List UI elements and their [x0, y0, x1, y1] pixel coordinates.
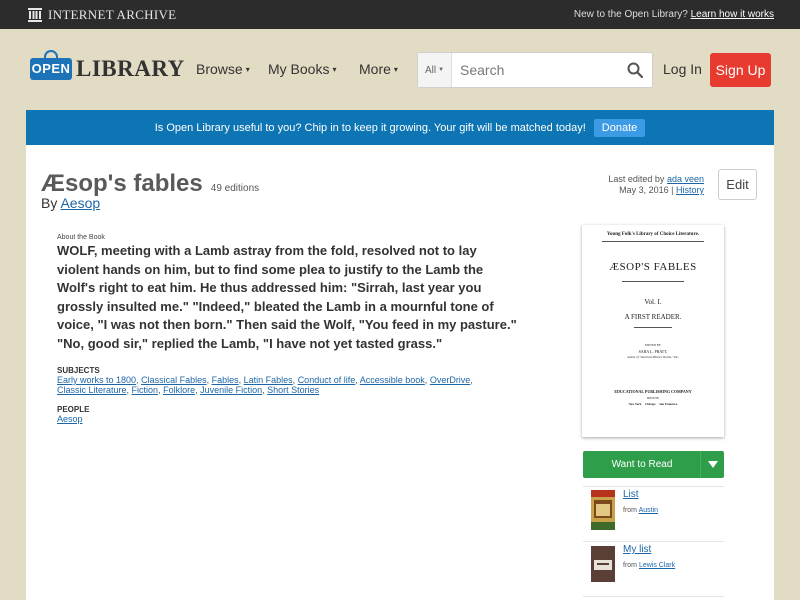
logo-library-word: LIBRARY [76, 56, 185, 81]
search-scope-select[interactable]: All ▼ [418, 53, 452, 87]
cover-volume: Vol. I. [644, 298, 662, 306]
by-prefix: By [41, 195, 58, 211]
nav-browse-label: Browse [196, 61, 243, 77]
caret-down-icon: ▾ [245, 65, 250, 74]
byline: By Aesop [41, 195, 100, 211]
book-panel: Æsop's fables 49 editions By Aesop Last … [26, 145, 774, 600]
subject-link[interactable]: Early works to 1800 [57, 375, 136, 385]
search-input[interactable] [452, 62, 618, 78]
cover-title: ÆSOP'S FABLES [609, 261, 697, 273]
book-cover[interactable]: Young Folk's Library of Choice Literatur… [582, 225, 724, 437]
last-edited-date: May 3, 2016 [619, 185, 669, 195]
internet-archive-logo[interactable]: INTERNET ARCHIVE [28, 7, 176, 23]
editions-count: 49 editions [210, 183, 260, 194]
title-row: Æsop's fables 49 editions [41, 170, 259, 198]
subject-link[interactable]: Latin Fables [244, 375, 293, 385]
person-link[interactable]: Aesop [57, 414, 83, 424]
last-edited-label: Last edited by [608, 174, 665, 184]
list-owner-link[interactable]: Austin [639, 507, 658, 514]
about-label: About the Book [57, 234, 105, 241]
login-link[interactable]: Log In [663, 61, 702, 77]
learn-how-link[interactable]: Learn how it works [691, 9, 774, 20]
last-edited-info: Last edited by ada veen May 3, 2016 | Hi… [608, 174, 704, 195]
subject-link[interactable]: Conduct of life [298, 375, 356, 385]
caret-down-icon: ▾ [393, 65, 398, 74]
want-to-read-button[interactable]: Want to Read [583, 451, 724, 478]
donate-button[interactable]: Donate [593, 118, 646, 137]
list-name-link[interactable]: My list [623, 544, 651, 555]
history-link[interactable]: History [676, 185, 704, 195]
list-owner-link[interactable]: Lewis Clark [639, 562, 675, 569]
book-title: Æsop's fables [41, 170, 203, 197]
edit-button[interactable]: Edit [718, 169, 757, 200]
cover-editor-note: Author of "American History Stories," Et… [627, 355, 679, 359]
new-user-promo: New to the Open Library? Learn how it wo… [574, 9, 774, 20]
list-name-link[interactable]: List [623, 489, 639, 500]
author-link[interactable]: Aesop [60, 195, 100, 211]
promo-text: New to the Open Library? [573, 9, 688, 20]
subject-link[interactable]: OverDrive [430, 375, 471, 385]
subject-link[interactable]: Juvenile Fiction [200, 385, 262, 395]
list-item[interactable]: My list from Lewis Clark [583, 541, 724, 589]
cover-publisher: EDUCATIONAL PUBLISHING COMPANY [614, 389, 692, 394]
search-bar: All ▼ [417, 52, 653, 88]
cover-series: Young Folk's Library of Choice Literatur… [606, 232, 700, 237]
subject-link[interactable]: Classical Fables [141, 375, 207, 385]
subject-link[interactable]: Accessible book [360, 375, 425, 385]
nav-my-books-label: My Books [268, 61, 330, 77]
subject-link[interactable]: Short Stories [267, 385, 319, 395]
subject-link[interactable]: Classic Literature [57, 385, 127, 395]
want-to-read-label: Want to Read [611, 459, 673, 470]
cover-editor: SARA L. PRATT, [638, 349, 668, 354]
internet-archive-bar: INTERNET ARCHIVE New to the Open Library… [0, 0, 800, 29]
caret-down-icon: ▼ [438, 67, 445, 73]
archive-building-icon [28, 8, 42, 22]
people-list: Aesop [57, 414, 517, 424]
subject-link[interactable]: Folklore [163, 385, 195, 395]
list-cover-thumbnail [591, 546, 615, 582]
nav-more[interactable]: More ▾ [359, 61, 398, 77]
list-owner: from Lewis Clark [623, 562, 676, 569]
book-description: WOLF, meeting with a Lamb astray from th… [57, 243, 517, 351]
subjects-list: Early works to 1800, Classical Fables, F… [57, 375, 473, 395]
nav-more-label: More [359, 61, 391, 77]
list-owner: from Austin [623, 507, 659, 514]
list-item[interactable] [583, 596, 724, 600]
editor-link[interactable]: ada veen [667, 174, 704, 184]
open-sign-icon: OPEN [30, 50, 72, 84]
caret-down-icon: ▾ [332, 65, 337, 74]
search-icon[interactable] [618, 53, 652, 87]
subject-link[interactable]: Fables [212, 375, 239, 385]
list-item[interactable]: List from Austin [583, 486, 724, 534]
cover-edited-by: EDITED BY [645, 343, 661, 347]
cover-city: BOSTON [647, 396, 659, 400]
donation-text: Is Open Library useful to you? Chip in t… [154, 121, 586, 134]
nav-browse[interactable]: Browse ▾ [196, 61, 250, 77]
cover-reader: A FIRST READER. [624, 313, 682, 321]
list-cover-thumbnail [591, 490, 615, 530]
dropdown-arrow-icon[interactable] [700, 451, 724, 478]
internet-archive-name: INTERNET ARCHIVE [48, 7, 177, 22]
subjects-heading: SUBJECTS [57, 366, 100, 375]
nav-my-books[interactable]: My Books ▾ [268, 61, 336, 77]
cover-cities: New York Chicago San Francisco [628, 402, 678, 406]
subject-link[interactable]: Fiction [132, 385, 159, 395]
signup-button[interactable]: Sign Up [710, 53, 771, 87]
donation-banner: Is Open Library useful to you? Chip in t… [26, 110, 774, 145]
open-library-logo[interactable]: OPEN LIBRARY [30, 50, 185, 84]
people-heading: PEOPLE [57, 405, 90, 414]
